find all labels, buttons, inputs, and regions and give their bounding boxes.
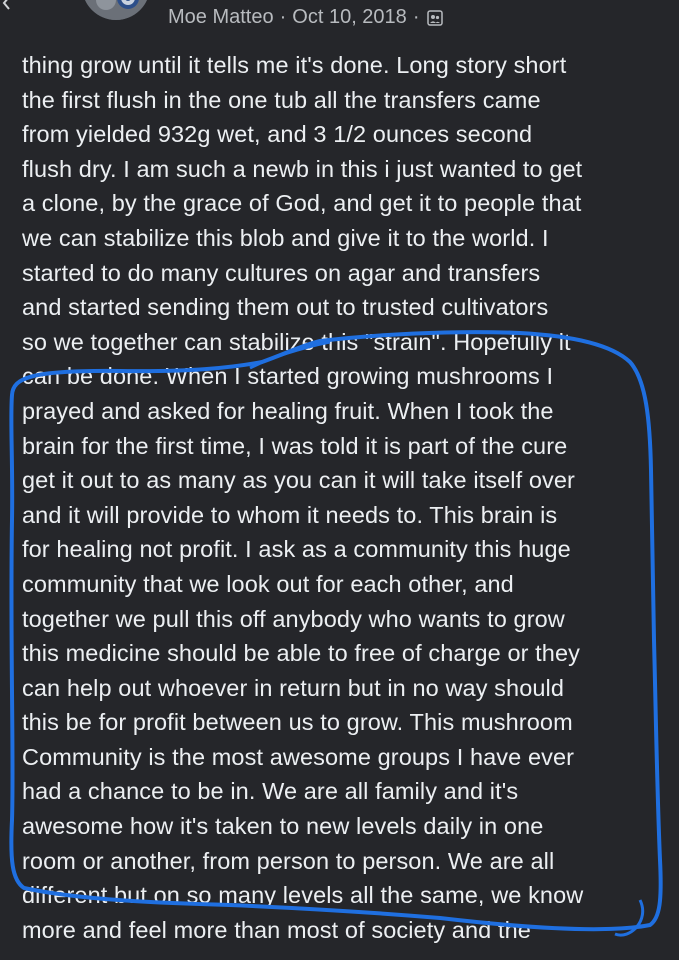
- post-line: and it will provide to whom it needs to.…: [22, 501, 558, 528]
- back-chevron-icon[interactable]: [0, 0, 14, 10]
- post-line: more and feel more than most of society …: [22, 916, 531, 943]
- meta-separator-2: ·: [412, 5, 420, 28]
- post-line: Community is the most awesome groups I h…: [22, 743, 575, 770]
- post-line: a clone, by the grace of God, and get it…: [22, 190, 582, 217]
- post-line: this medicine should be able to free of …: [22, 640, 580, 667]
- post-line: flush dry. I am such a newb in this i ju…: [22, 155, 583, 182]
- post-line: together we pull this off anybody who wa…: [22, 605, 565, 632]
- friends-icon[interactable]: [427, 9, 444, 26]
- post-line: so we together can stabilize this "strai…: [22, 328, 571, 355]
- post-line: can be done. When I started growing mush…: [22, 363, 554, 390]
- avatar[interactable]: [82, 0, 150, 20]
- post-line: from yielded 932g wet, and 3 1/2 ounces …: [22, 121, 533, 148]
- post-line: different but on so many levels all the …: [22, 882, 584, 909]
- post-line: this be for profit between us to grow. T…: [22, 709, 573, 736]
- meta-separator: ·: [279, 5, 287, 28]
- post-line: awesome how it's taken to new levels dai…: [22, 813, 544, 840]
- post-line: had a chance to be in. We are all family…: [22, 778, 519, 805]
- post-line: started to do many cultures on agar and …: [22, 259, 541, 286]
- post-line: for healing not profit. I ask as a commu…: [22, 536, 571, 563]
- post-line: prayed and asked for healing fruit. When…: [22, 397, 554, 424]
- post-meta: Moe Matteo · Oct 10, 2018 ·: [168, 4, 444, 30]
- post-line: can help out whoever in return but in no…: [22, 674, 565, 701]
- post-line: community that we look out for each othe…: [22, 570, 514, 597]
- post-header: Moe Matteo · Oct 10, 2018 ·: [0, 0, 679, 34]
- post-body: thing grow until it tells me it's done. …: [22, 48, 672, 947]
- post-line: get it out to as many as you can it will…: [22, 467, 575, 494]
- post-line: the first flush in the one tub all the t…: [22, 86, 541, 113]
- post-line: we can stabilize this blob and give it t…: [22, 224, 549, 251]
- post-line: brain for the first time, I was told it …: [22, 432, 568, 459]
- post-line: room or another, from person to person. …: [22, 847, 555, 874]
- post-date[interactable]: Oct 10, 2018: [292, 6, 407, 29]
- author-name[interactable]: Moe Matteo: [168, 6, 274, 29]
- post-line: thing grow until it tells me it's done. …: [22, 52, 567, 78]
- post-line: and started sending them out to trusted …: [22, 294, 549, 321]
